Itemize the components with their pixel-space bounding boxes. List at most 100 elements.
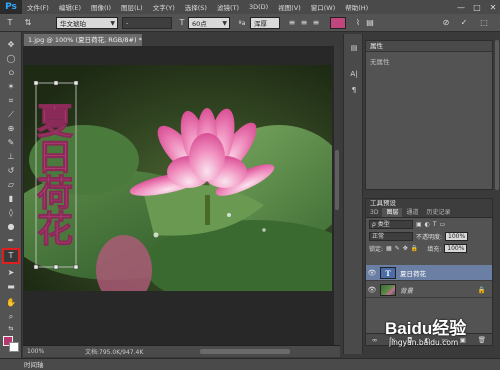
menu-select[interactable]: 选择(S): [180, 2, 212, 12]
eye-icon[interactable]: 👁: [366, 286, 378, 294]
document-scroll-thumb[interactable]: [335, 150, 339, 210]
3d-icon[interactable]: ⬚: [478, 17, 490, 29]
eraser-tool-icon[interactable]: ▱: [3, 178, 19, 191]
timeline-tab[interactable]: 时间轴: [24, 360, 44, 370]
gradient-tool-icon[interactable]: ▮: [3, 192, 19, 205]
align-center-icon[interactable]: ≡: [298, 17, 310, 29]
adjustment-layer-icon[interactable]: ◐: [424, 336, 430, 344]
lock-transparent-icon[interactable]: ▦: [386, 245, 392, 252]
menu-image[interactable]: 图像(I): [86, 2, 116, 12]
close-button[interactable]: ✕: [488, 3, 498, 12]
font-style-select[interactable]: -: [122, 17, 172, 29]
lock-icon: 🔒: [477, 285, 486, 294]
menu-layer[interactable]: 图层(L): [116, 2, 148, 12]
filter-image-icon[interactable]: ▣: [416, 221, 422, 228]
filter-text-icon[interactable]: T: [433, 221, 437, 228]
lock-pixels-icon[interactable]: ✎: [395, 245, 400, 252]
tab-channels[interactable]: 通道: [402, 208, 422, 217]
zoom-level[interactable]: 100%: [23, 348, 49, 355]
type-tool-preset-icon[interactable]: T: [4, 17, 16, 29]
tools-panel: ✥ ◯ ഠ ✶ ⌗ ⟋ ⊕ ✎ ⊥ ↺ ▱ ▮ ◊ ● ✒ T ➤ ▬ ✋ ⌕ …: [0, 32, 22, 358]
paragraph-panel-icon[interactable]: ¶: [347, 84, 361, 96]
font-size-input[interactable]: 60点 ▼: [188, 17, 230, 29]
new-layer-icon[interactable]: ▣: [460, 336, 466, 344]
pen-tool-icon[interactable]: ✒: [3, 234, 19, 247]
minimize-button[interactable]: —: [456, 3, 466, 12]
menu-window[interactable]: 窗口(W): [306, 2, 341, 12]
brush-tool-icon[interactable]: ✎: [3, 136, 19, 149]
layers-panel: 工具预设 3D 图层 通道 历史记录 ρ 类型 ▣ ◐ T ▭ 正常 不透明度:…: [365, 198, 493, 346]
maximize-button[interactable]: □: [472, 3, 482, 12]
menu-type[interactable]: 文字(Y): [148, 2, 180, 12]
tool-presets-title[interactable]: 工具预设: [366, 199, 492, 208]
layer-style-icon[interactable]: fx: [389, 336, 395, 344]
new-group-icon[interactable]: ▭: [442, 336, 448, 344]
menu-file[interactable]: 文件(F): [22, 2, 54, 12]
rectangle-tool-icon[interactable]: ▬: [3, 280, 19, 293]
antialias-icon: ªa: [238, 19, 246, 27]
crop-tool-icon[interactable]: ⌗: [3, 94, 19, 107]
blend-mode-select[interactable]: 正常: [369, 231, 413, 241]
add-mask-icon[interactable]: ◘: [407, 336, 412, 344]
lasso-tool-icon[interactable]: ഠ: [3, 66, 19, 79]
eye-icon[interactable]: 👁: [366, 269, 378, 277]
text-layer-thumbnail: T: [380, 266, 396, 279]
text-color-swatch[interactable]: [330, 17, 346, 29]
opacity-input[interactable]: 100%: [445, 231, 469, 241]
magic-wand-tool-icon[interactable]: ✶: [3, 80, 19, 93]
character-panel-icon[interactable]: ▤: [364, 17, 376, 29]
type-tool-icon[interactable]: T: [2, 248, 20, 264]
cancel-edit-icon[interactable]: ⊘: [440, 17, 452, 29]
swap-colors-icon[interactable]: ⇆: [3, 322, 19, 335]
canvas[interactable]: 夏日荷花: [24, 65, 332, 291]
filter-adjust-icon[interactable]: ◐: [425, 221, 430, 228]
clone-stamp-tool-icon[interactable]: ⊥: [3, 150, 19, 163]
menu-help[interactable]: 帮助(H): [340, 2, 373, 12]
lock-all-icon[interactable]: 🔒: [411, 245, 418, 252]
move-tool-icon[interactable]: ✥: [3, 38, 19, 51]
menu-filter[interactable]: 滤镜(T): [212, 2, 244, 12]
warp-text-icon[interactable]: ⌇: [352, 17, 364, 29]
layer-row-text[interactable]: 👁 T 夏日荷花: [366, 265, 492, 281]
properties-panel-title[interactable]: 属性: [366, 41, 492, 52]
menu-view[interactable]: 视图(V): [273, 2, 306, 12]
layer-name[interactable]: 背景: [400, 285, 413, 295]
fill-input[interactable]: 100%: [444, 243, 468, 253]
layer-name[interactable]: 夏日荷花: [400, 268, 426, 278]
font-family-select[interactable]: 华文琥珀 ▼: [56, 17, 118, 29]
document-horizontal-scrollbar[interactable]: [200, 349, 290, 354]
document-tab[interactable]: 1.jpg @ 100% (夏日荷花, RGB/8#) *: [24, 34, 142, 46]
hand-tool-icon[interactable]: ✋: [3, 296, 19, 309]
blend-opacity-row: 正常 不透明度: 100%: [366, 230, 492, 242]
dodge-tool-icon[interactable]: ●: [3, 220, 19, 233]
filter-shape-icon[interactable]: ▭: [440, 221, 446, 228]
history-panel-icon[interactable]: ▤: [347, 42, 361, 54]
lock-position-icon[interactable]: ✥: [403, 245, 408, 252]
history-brush-tool-icon[interactable]: ↺: [3, 164, 19, 177]
align-left-icon[interactable]: ≡: [286, 17, 298, 29]
path-selection-tool-icon[interactable]: ➤: [3, 266, 19, 279]
blur-tool-icon[interactable]: ◊: [3, 206, 19, 219]
menu-edit[interactable]: 编辑(E): [54, 2, 86, 12]
text-layer-content[interactable]: 夏日荷花: [31, 81, 74, 267]
tab-history[interactable]: 历史记录: [422, 208, 454, 217]
commit-edit-icon[interactable]: ✓: [458, 17, 470, 29]
delete-layer-icon[interactable]: 🗑: [478, 336, 486, 344]
font-family-value: 华文琥珀: [60, 20, 86, 28]
eyedropper-tool-icon[interactable]: ⟋: [3, 108, 19, 121]
menu-3d[interactable]: 3D(D): [244, 3, 273, 11]
healing-brush-tool-icon[interactable]: ⊕: [3, 122, 19, 135]
link-layers-icon[interactable]: ∞: [372, 336, 377, 344]
character-panel-icon[interactable]: A|: [347, 68, 361, 80]
align-right-icon[interactable]: ≡: [310, 17, 322, 29]
layer-filter-select[interactable]: ρ 类型: [369, 219, 413, 229]
tab-3d[interactable]: 3D: [366, 208, 382, 217]
right-panel-scroll-thumb[interactable]: [495, 40, 499, 190]
marquee-tool-icon[interactable]: ◯: [3, 52, 19, 65]
tab-layers[interactable]: 图层: [382, 208, 403, 217]
text-orientation-icon[interactable]: ⇅: [22, 17, 34, 29]
background-color-swatch[interactable]: [9, 342, 19, 352]
antialias-select[interactable]: 浑厚: [250, 17, 280, 29]
layer-row-background[interactable]: 👁 背景 🔒: [366, 282, 492, 298]
chevron-down-icon: ▼: [110, 19, 115, 27]
